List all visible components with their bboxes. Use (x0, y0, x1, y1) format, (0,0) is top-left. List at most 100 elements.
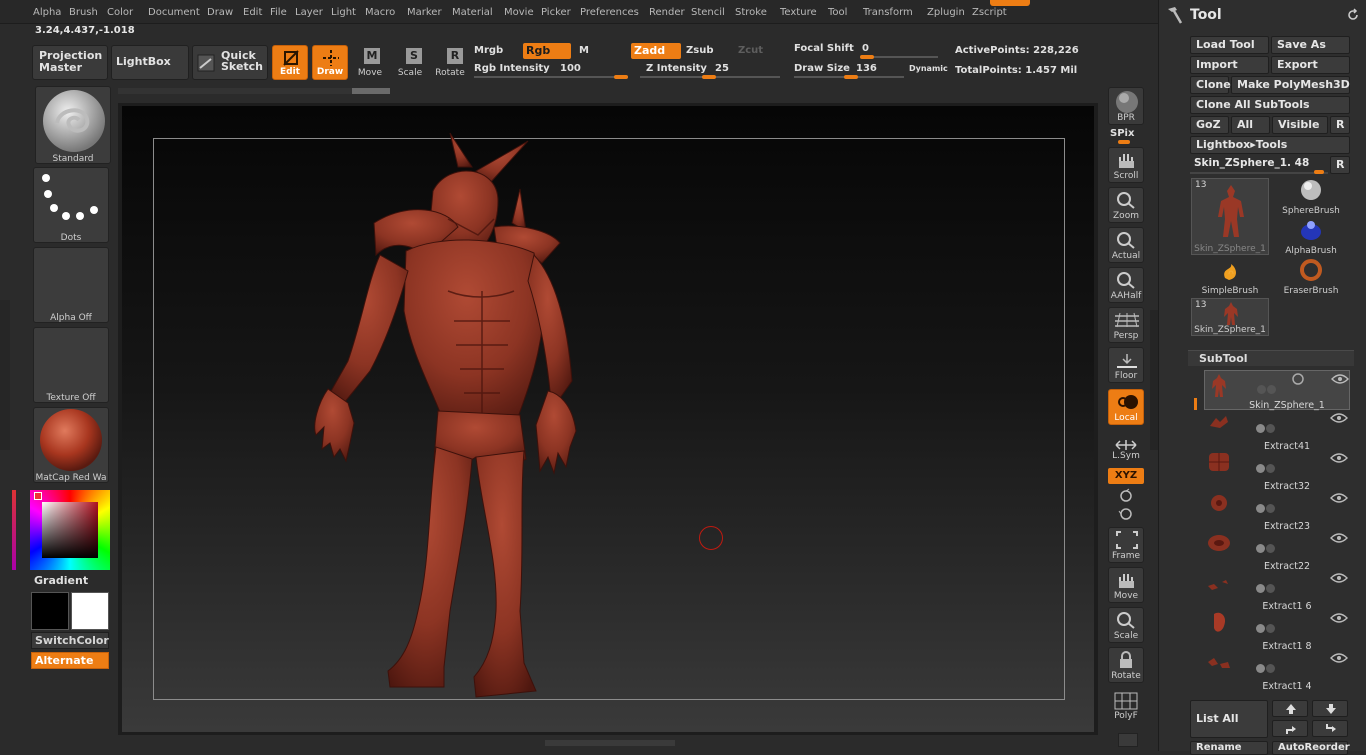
local-button[interactable]: Local (1108, 389, 1144, 425)
menu-zscript[interactable]: Zscript (972, 7, 1007, 18)
focal-shift-slider[interactable]: Focal Shift 0 (794, 42, 944, 59)
tool-thumb-eraserbrush[interactable]: EraserBrush (1273, 258, 1349, 296)
edit-button[interactable]: Edit (272, 45, 308, 80)
eye-icon[interactable] (1330, 652, 1348, 664)
menu-stencil[interactable]: Stencil (691, 7, 725, 18)
document-scroll-thumb[interactable] (352, 88, 390, 94)
export-button[interactable]: Export (1271, 56, 1350, 74)
eye-icon[interactable] (1330, 452, 1348, 464)
current-tool-slider[interactable]: Skin_ZSphere_1. 48 (1190, 156, 1328, 174)
menu-transform[interactable]: Transform (863, 7, 913, 18)
left-tray-edge[interactable] (0, 300, 10, 450)
menu-document[interactable]: Document (148, 7, 200, 18)
tool-thumb-simplebrush[interactable]: SimpleBrush (1191, 258, 1269, 296)
transp-button[interactable] (1118, 733, 1138, 747)
menu-light[interactable]: Light (331, 7, 356, 18)
xyz-button[interactable]: XYZ (1108, 468, 1144, 484)
rotate-button[interactable]: R Rotate (432, 45, 468, 80)
texture-selector[interactable]: Texture Off (33, 327, 109, 403)
menu-color[interactable]: Color (107, 7, 133, 18)
subtool-scroll-marker[interactable] (1194, 398, 1197, 410)
demon-model[interactable] (258, 131, 598, 703)
rename-button[interactable]: Rename (1190, 741, 1268, 755)
secondary-color-swatch[interactable] (71, 592, 109, 630)
quick-sketch-button[interactable]: Quick Sketch (192, 45, 268, 80)
focal-shift-knob[interactable] (860, 55, 874, 59)
clone-all-subtools-button[interactable]: Clone All SubTools (1190, 96, 1350, 114)
eye-icon[interactable] (1330, 532, 1348, 544)
stroke-selector[interactable]: Dots (33, 167, 109, 243)
menu-material[interactable]: Material (452, 7, 493, 18)
frame-button[interactable]: Frame (1108, 527, 1144, 563)
zcut-button[interactable]: Zcut (738, 45, 763, 56)
menu-edit[interactable]: Edit (243, 7, 262, 18)
subtool-visibility-toggle-0[interactable] (1289, 373, 1307, 385)
current-tool-knob[interactable] (1314, 170, 1324, 174)
scale-view-button[interactable]: Scale (1108, 607, 1144, 643)
floor-button[interactable]: Floor (1108, 347, 1144, 383)
subtool-row-7[interactable]: Extract1 4 (1204, 650, 1350, 692)
draw-size-knob[interactable] (844, 75, 858, 79)
alternate-button[interactable]: Alternate (31, 652, 109, 669)
subtool-row-3[interactable]: Extract23 (1204, 490, 1350, 532)
lsym-button[interactable]: L.Sym (1108, 437, 1144, 463)
main-color-swatch[interactable] (31, 592, 69, 630)
scroll-button[interactable]: Scroll (1108, 147, 1144, 183)
goz-button[interactable]: GoZ (1190, 116, 1229, 134)
eye-icon[interactable] (1330, 612, 1348, 624)
zoom-button[interactable]: Zoom (1108, 187, 1144, 223)
brush-selector[interactable]: Standard (35, 86, 111, 164)
spix-label[interactable]: SPix (1110, 128, 1134, 139)
move-right-up-button[interactable] (1272, 720, 1308, 737)
menu-stroke[interactable]: Stroke (735, 7, 767, 18)
move-right-down-button[interactable] (1312, 720, 1348, 737)
subtool-row-6[interactable]: Extract1 8 (1204, 610, 1350, 652)
gradient-toggle[interactable]: Gradient (34, 574, 88, 587)
menu-marker[interactable]: Marker (407, 7, 442, 18)
rgb-button[interactable]: Rgb (523, 43, 571, 59)
eye-icon[interactable] (1330, 492, 1348, 504)
subtool-row-1[interactable]: Extract41 (1204, 410, 1350, 452)
menu-brush[interactable]: Brush (69, 7, 98, 18)
dynamic-toggle[interactable]: Dynamic (909, 64, 948, 73)
projection-master-button[interactable]: Projection Master (32, 45, 108, 80)
mrgb-button[interactable]: Mrgb (474, 45, 503, 56)
material-selector[interactable]: MatCap Red Wa (33, 407, 109, 483)
auto-reorder-button[interactable]: AutoReorder (1272, 741, 1350, 755)
clone-button[interactable]: Clone (1190, 76, 1231, 94)
draw-button[interactable]: Draw (312, 45, 348, 80)
tool-thumb-spherebrush[interactable]: SphereBrush (1273, 178, 1349, 216)
lightbox-button[interactable]: LightBox (111, 45, 189, 80)
save-as-button[interactable]: Save As (1271, 36, 1350, 54)
eye-icon[interactable] (1331, 373, 1349, 385)
hue-strip[interactable] (12, 490, 16, 570)
menu-preferences[interactable]: Preferences (580, 7, 639, 18)
tool-thumb-skin-zsphere[interactable]: 13 Skin_ZSphere_1 (1191, 178, 1269, 255)
lightbox-tools-button[interactable]: Lightbox▸Tools (1190, 136, 1350, 154)
menu-file[interactable]: File (270, 7, 287, 18)
z-intensity-slider[interactable]: Z Intensity 25 (640, 62, 782, 79)
actual-button[interactable]: Actual (1108, 227, 1144, 263)
saturation-square[interactable] (42, 502, 98, 558)
z-intensity-knob[interactable] (702, 75, 716, 79)
goz-r-button[interactable]: R (1330, 116, 1350, 134)
move-view-button[interactable]: Move (1108, 567, 1144, 603)
menu-texture[interactable]: Texture (780, 7, 817, 18)
menu-render[interactable]: Render (649, 7, 685, 18)
goz-all-button[interactable]: All (1231, 116, 1270, 134)
document-scrollbar[interactable] (118, 88, 390, 94)
rotate-z-icon[interactable] (1118, 506, 1134, 522)
draw-size-slider[interactable]: Draw Size 136 Dynamic (794, 62, 950, 79)
subtool-row-0[interactable]: Skin_ZSphere_1 (1204, 370, 1350, 411)
goz-visible-button[interactable]: Visible (1272, 116, 1328, 134)
spix-slider[interactable] (1118, 140, 1130, 144)
alpha-selector[interactable]: Alpha Off (33, 247, 109, 323)
zsub-button[interactable]: Zsub (686, 45, 713, 56)
eye-icon[interactable] (1330, 572, 1348, 584)
subtool-row-2[interactable]: Extract32 (1204, 450, 1350, 492)
menu-macro[interactable]: Macro (365, 7, 395, 18)
persp-button[interactable]: Persp (1108, 307, 1144, 343)
move-up-button[interactable] (1272, 700, 1308, 717)
rotate-y-icon[interactable] (1118, 488, 1134, 504)
subtool-row-5[interactable]: Extract1 6 (1204, 570, 1350, 612)
